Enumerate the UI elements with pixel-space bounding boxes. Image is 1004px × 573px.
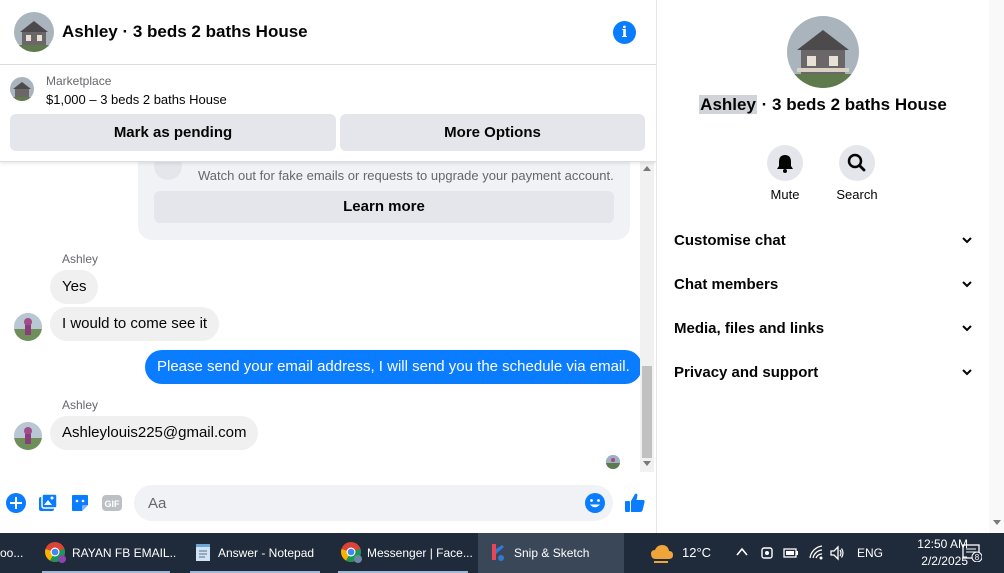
marketplace-label: Marketplace [46, 74, 112, 88]
chat-scrollbar[interactable] [640, 162, 654, 472]
meet-now-icon[interactable] [760, 545, 774, 561]
chat-title[interactable]: Ashley · 3 beds 2 baths House [62, 22, 308, 42]
section-privacy-support[interactable]: Privacy and support [674, 352, 974, 396]
chrome-icon [45, 542, 66, 563]
listing-thumbnail[interactable] [10, 77, 34, 101]
taskbar-app-snip-sketch[interactable]: Snip & Sketch [478, 533, 624, 573]
volume-icon[interactable] [829, 545, 845, 561]
taskbar-app[interactable]: oo... [0, 533, 30, 573]
listing-avatar-large[interactable] [787, 16, 859, 88]
weather-icon[interactable] [650, 542, 674, 564]
notepad-icon [196, 544, 210, 561]
wifi-icon[interactable] [808, 545, 824, 561]
clock-date: 2/2/2025 [921, 554, 968, 568]
scroll-thumb[interactable] [642, 366, 652, 458]
gif-icon[interactable]: GIF [101, 492, 123, 514]
emoji-icon[interactable] [584, 492, 606, 514]
section-customise-chat[interactable]: Customise chat [674, 220, 974, 264]
search-action[interactable]: Search [827, 145, 887, 202]
chevron-down-icon [962, 325, 972, 332]
more-options-button[interactable]: More Options [340, 114, 645, 151]
notification-icon[interactable]: 8 [962, 544, 983, 563]
plus-icon[interactable] [5, 492, 27, 514]
shield-icon [154, 162, 182, 180]
taskbar-app-rayan[interactable]: RAYAN FB EMAIL... [36, 533, 176, 573]
scroll-down-arrow[interactable] [993, 520, 1001, 525]
message-bubble[interactable]: Yes [50, 270, 99, 304]
sticker-icon[interactable] [69, 492, 91, 514]
scroll-up-arrow[interactable] [643, 166, 651, 171]
snip-icon [492, 544, 504, 561]
chevron-down-icon [962, 369, 972, 376]
battery-icon[interactable] [783, 547, 799, 559]
clock-time: 12:50 AM [917, 537, 968, 551]
safety-text: Watch out for fake emails or requests to… [198, 168, 614, 183]
weather-temperature[interactable]: 12°C [682, 533, 711, 573]
scroll-down-arrow[interactable] [643, 461, 651, 466]
highlighted-name: Ashley [699, 95, 757, 114]
clock[interactable]: 12:50 AM 2/2/2025 [876, 536, 968, 570]
chevron-up-icon[interactable] [736, 547, 748, 557]
avatar[interactable] [14, 313, 42, 341]
marketplace-bar: Marketplace $1,000 – 3 beds 2 baths Hous… [0, 65, 656, 162]
svg-text:GIF: GIF [105, 499, 121, 509]
windows-taskbar: oo... RAYAN FB EMAIL... Answer - Notepad… [0, 533, 1004, 573]
listing-price[interactable]: $1,000 – 3 beds 2 baths House [46, 92, 227, 107]
panel-title: Ashley · 3 beds 2 baths House [657, 95, 989, 115]
message-bubble[interactable]: I would to come see it [50, 307, 220, 341]
listing-avatar[interactable] [14, 12, 54, 52]
sender-name: Ashley [62, 252, 99, 266]
mute-action[interactable]: Mute [755, 145, 815, 202]
mute-label: Mute [770, 187, 800, 202]
message-list: Watch out for fake emails or requests to… [0, 162, 640, 472]
seen-avatar [606, 455, 620, 469]
message-bubble[interactable]: Ashleylouis225@gmail.com [50, 416, 259, 450]
conversation-info-panel: Ashley · 3 beds 2 baths House Mute Searc… [657, 0, 989, 533]
photo-icon[interactable] [37, 492, 59, 514]
mark-pending-button[interactable]: Mark as pending [10, 114, 336, 151]
avatar[interactable] [14, 422, 42, 450]
search-label: Search [836, 187, 878, 202]
bell-icon[interactable] [767, 145, 803, 181]
composer: GIF [0, 482, 656, 524]
chat-window: Watch out for fake emails or requests to… [0, 0, 657, 533]
like-icon[interactable] [623, 491, 647, 515]
taskbar-app-notepad[interactable]: Answer - Notepad [184, 533, 326, 573]
taskbar-app-messenger[interactable]: Messenger | Face... [332, 533, 474, 573]
message-bubble-outgoing[interactable]: Please send your email address, I will s… [145, 350, 640, 384]
svg-text:8: 8 [975, 553, 980, 562]
panel-title-rest: · 3 beds 2 baths House [756, 95, 947, 114]
search-icon[interactable] [839, 145, 875, 181]
section-chat-members[interactable]: Chat members [674, 264, 974, 308]
chat-header: Ashley · 3 beds 2 baths House i [0, 0, 656, 65]
safety-card: Watch out for fake emails or requests to… [138, 162, 630, 240]
section-media-files-links[interactable]: Media, files and links [674, 308, 974, 352]
sender-name: Ashley [62, 398, 99, 412]
info-icon[interactable]: i [613, 21, 636, 44]
chevron-down-icon [962, 281, 972, 288]
learn-more-button[interactable]: Learn more [154, 191, 614, 223]
message-input[interactable] [134, 485, 613, 521]
chrome-icon [341, 542, 362, 563]
page-scrollbar[interactable] [989, 0, 1004, 533]
chevron-down-icon [962, 237, 972, 244]
